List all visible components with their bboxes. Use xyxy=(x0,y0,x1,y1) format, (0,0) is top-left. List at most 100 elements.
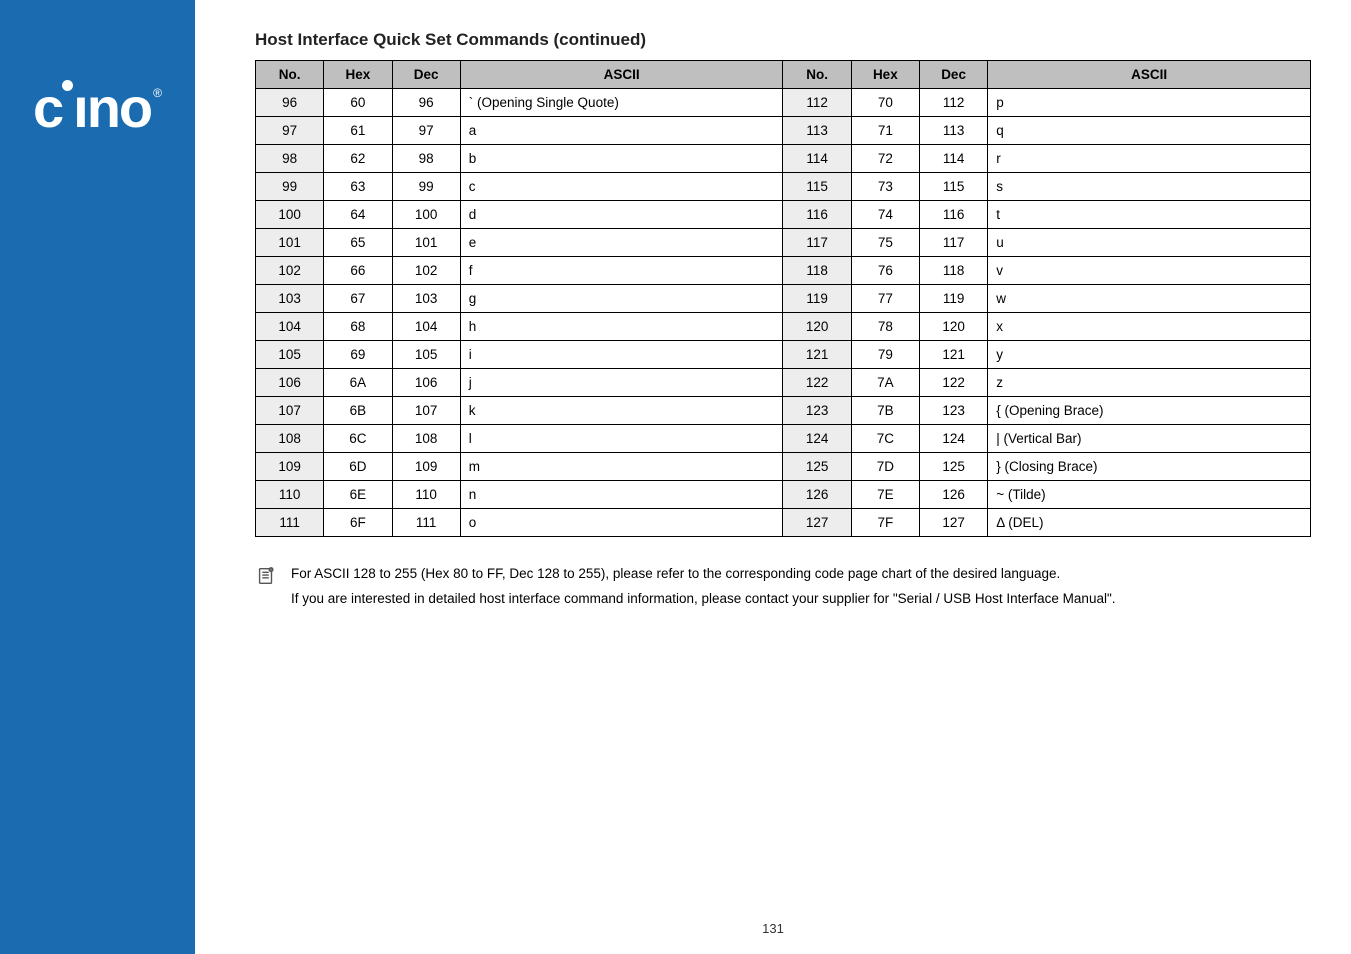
cell-no: 109 xyxy=(256,453,324,481)
table-row: 10468104h12078120x xyxy=(256,313,1311,341)
cell-no: 127 xyxy=(783,509,851,537)
cell-ascii: r xyxy=(988,145,1311,173)
cell-hex: 77 xyxy=(851,285,919,313)
cell-dec: 116 xyxy=(919,201,987,229)
cell-ascii: f xyxy=(460,257,783,285)
cell-hex: 6D xyxy=(324,453,392,481)
th-dec-1: Dec xyxy=(392,61,460,89)
cell-ascii: | (Vertical Bar) xyxy=(988,425,1311,453)
cell-hex: 75 xyxy=(851,229,919,257)
cell-hex: 65 xyxy=(324,229,392,257)
cell-hex: 62 xyxy=(324,145,392,173)
cell-no: 119 xyxy=(783,285,851,313)
table-row: 986298b11472114r xyxy=(256,145,1311,173)
cell-ascii: l xyxy=(460,425,783,453)
cell-hex: 6F xyxy=(324,509,392,537)
cell-ascii: u xyxy=(988,229,1311,257)
cell-hex: 69 xyxy=(324,341,392,369)
table-row: 10569105i12179121y xyxy=(256,341,1311,369)
cell-no: 120 xyxy=(783,313,851,341)
table-row: 10064100d11674116t xyxy=(256,201,1311,229)
cell-ascii: h xyxy=(460,313,783,341)
cell-dec: 120 xyxy=(919,313,987,341)
cell-ascii: y xyxy=(988,341,1311,369)
cell-dec: 127 xyxy=(919,509,987,537)
cell-ascii: o xyxy=(460,509,783,537)
logo-text: cıno xyxy=(33,80,151,136)
cell-no: 110 xyxy=(256,481,324,509)
cell-hex: 7C xyxy=(851,425,919,453)
cell-dec: 101 xyxy=(392,229,460,257)
note-icon xyxy=(255,565,277,590)
table-row: 1086C108l1247C124| (Vertical Bar) xyxy=(256,425,1311,453)
cell-hex: 7F xyxy=(851,509,919,537)
note-line-1: For ASCII 128 to 255 (Hex 80 to FF, Dec … xyxy=(291,565,1311,584)
table-row: 976197a11371113q xyxy=(256,117,1311,145)
cell-no: 116 xyxy=(783,201,851,229)
cell-hex: 6C xyxy=(324,425,392,453)
cell-no: 111 xyxy=(256,509,324,537)
cell-ascii: a xyxy=(460,117,783,145)
cell-hex: 78 xyxy=(851,313,919,341)
th-no-1: No. xyxy=(256,61,324,89)
cell-no: 103 xyxy=(256,285,324,313)
content-area: Host Interface Quick Set Commands (conti… xyxy=(195,0,1351,954)
cell-dec: 108 xyxy=(392,425,460,453)
cell-hex: 68 xyxy=(324,313,392,341)
cell-dec: 99 xyxy=(392,173,460,201)
cell-no: 112 xyxy=(783,89,851,117)
cell-ascii: b xyxy=(460,145,783,173)
cell-ascii: x xyxy=(988,313,1311,341)
cell-hex: 61 xyxy=(324,117,392,145)
cell-hex: 63 xyxy=(324,173,392,201)
cell-dec: 118 xyxy=(919,257,987,285)
table-row: 1096D109m1257D125} (Closing Brace) xyxy=(256,453,1311,481)
cell-dec: 112 xyxy=(919,89,987,117)
cell-dec: 125 xyxy=(919,453,987,481)
cell-no: 125 xyxy=(783,453,851,481)
th-ascii-1: ASCII xyxy=(460,61,783,89)
cell-no: 106 xyxy=(256,369,324,397)
cell-no: 122 xyxy=(783,369,851,397)
cell-dec: 121 xyxy=(919,341,987,369)
cell-ascii: j xyxy=(460,369,783,397)
cell-dec: 124 xyxy=(919,425,987,453)
cell-hex: 7D xyxy=(851,453,919,481)
cell-hex: 74 xyxy=(851,201,919,229)
cell-ascii: g xyxy=(460,285,783,313)
cell-hex: 7B xyxy=(851,397,919,425)
table-row: 1076B107k1237B123{ (Opening Brace) xyxy=(256,397,1311,425)
cell-hex: 67 xyxy=(324,285,392,313)
cell-dec: 126 xyxy=(919,481,987,509)
cell-dec: 102 xyxy=(392,257,460,285)
cell-hex: 64 xyxy=(324,201,392,229)
cell-no: 124 xyxy=(783,425,851,453)
cell-dec: 119 xyxy=(919,285,987,313)
cell-ascii: i xyxy=(460,341,783,369)
cell-dec: 104 xyxy=(392,313,460,341)
cell-hex: 72 xyxy=(851,145,919,173)
cell-no: 118 xyxy=(783,257,851,285)
cell-ascii: v xyxy=(988,257,1311,285)
table-row: 1066A106j1227A122z xyxy=(256,369,1311,397)
logo: cıno ® xyxy=(33,80,162,136)
cell-no: 102 xyxy=(256,257,324,285)
th-dec-2: Dec xyxy=(919,61,987,89)
cell-ascii: q xyxy=(988,117,1311,145)
cell-no: 96 xyxy=(256,89,324,117)
cell-no: 114 xyxy=(783,145,851,173)
cell-ascii: e xyxy=(460,229,783,257)
table-row: 996399c11573115s xyxy=(256,173,1311,201)
cell-ascii: ` (Opening Single Quote) xyxy=(460,89,783,117)
cell-dec: 105 xyxy=(392,341,460,369)
cell-hex: 79 xyxy=(851,341,919,369)
table-row: 10165101e11775117u xyxy=(256,229,1311,257)
cell-dec: 98 xyxy=(392,145,460,173)
cell-hex: 70 xyxy=(851,89,919,117)
cell-dec: 123 xyxy=(919,397,987,425)
cell-dec: 107 xyxy=(392,397,460,425)
cell-dec: 111 xyxy=(392,509,460,537)
cell-hex: 66 xyxy=(324,257,392,285)
cell-no: 104 xyxy=(256,313,324,341)
table-header-row: No. Hex Dec ASCII No. Hex Dec ASCII xyxy=(256,61,1311,89)
